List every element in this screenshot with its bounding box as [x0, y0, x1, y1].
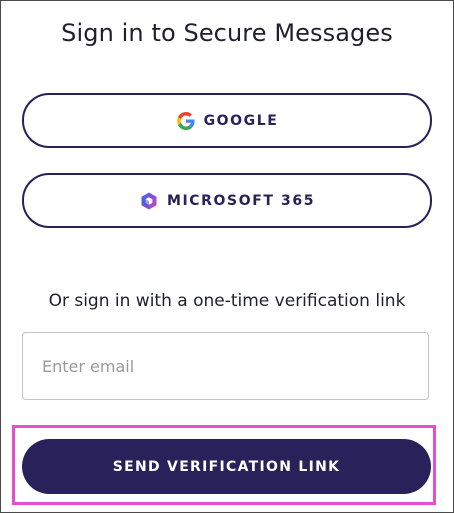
microsoft-365-icon	[139, 191, 159, 211]
google-sign-in-button[interactable]: GOOGLE	[22, 93, 432, 148]
email-input[interactable]	[22, 332, 429, 400]
google-button-label: GOOGLE	[203, 112, 279, 129]
microsoft-365-button-label: MICROSOFT 365	[166, 192, 316, 209]
send-verification-link-button[interactable]: SEND VERIFICATION LINK	[22, 439, 431, 494]
send-button-label: SEND VERIFICATION LINK	[112, 458, 341, 475]
google-g-icon	[176, 111, 196, 131]
page-title: Sign in to Secure Messages	[61, 19, 393, 47]
verification-link-heading: Or sign in with a one-time verification …	[48, 291, 406, 311]
sign-in-panel: Sign in to Secure Messages GOOGLE MICROS…	[0, 0, 454, 513]
microsoft-365-sign-in-button[interactable]: MICROSOFT 365	[22, 173, 432, 228]
